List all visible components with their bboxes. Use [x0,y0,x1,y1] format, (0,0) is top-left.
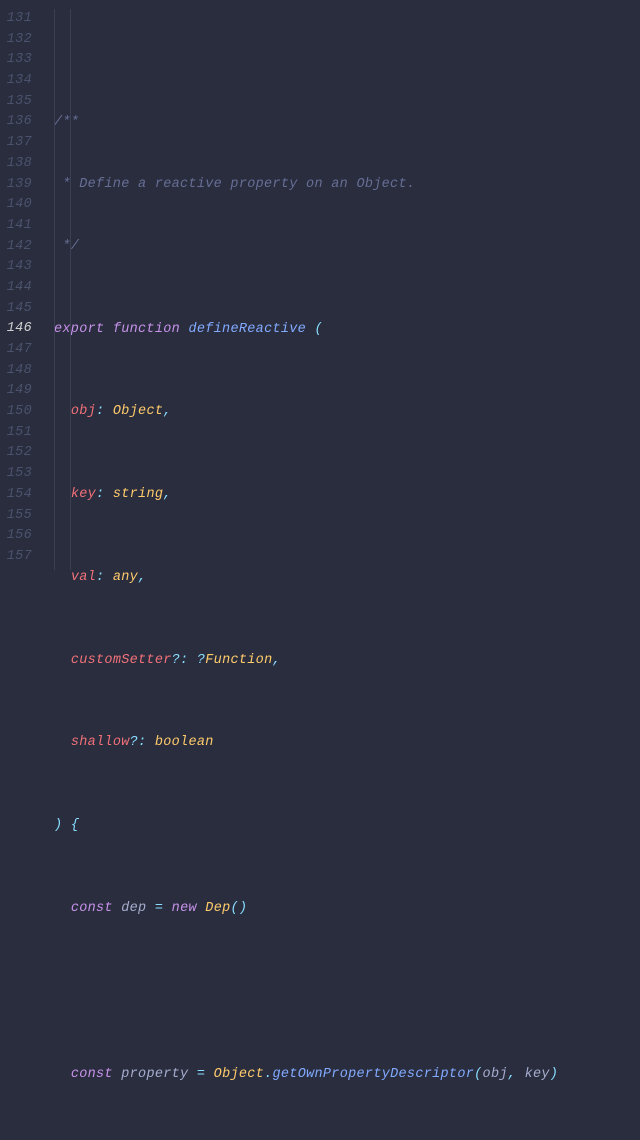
line-number: 147 [0,340,32,361]
param: val [71,570,96,585]
code-line[interactable]: const property = Object.getOwnPropertyDe… [54,1065,640,1086]
code-line[interactable]: val: any, [54,568,640,589]
line-number: 157 [0,547,32,568]
line-number: 140 [0,195,32,216]
line-number: 134 [0,71,32,92]
punct: ( [314,322,322,337]
code-line[interactable] [54,982,640,1003]
comment: /** [54,115,79,130]
line-number: 143 [0,257,32,278]
code-line[interactable]: ) { [54,816,640,837]
line-number: 131 [0,9,32,30]
param: shallow [71,735,130,750]
line-number: 139 [0,175,32,196]
type: any [113,570,138,585]
method: getOwnPropertyDescriptor [273,1067,475,1082]
line-number: 148 [0,361,32,382]
line-number: 153 [0,464,32,485]
code-line[interactable]: * Define a reactive property on an Objec… [54,175,640,196]
keyword: export [54,322,104,337]
line-number: 132 [0,30,32,51]
line-number: 146 [0,319,32,340]
line-number: 137 [0,133,32,154]
line-number-gutter: 1311321331341351361371381391401411421431… [0,0,42,570]
line-number: 155 [0,506,32,527]
indent-guide [70,9,71,570]
code-line[interactable]: key: string, [54,485,640,506]
line-number: 152 [0,443,32,464]
code-line[interactable]: export function defineReactive ( [54,320,640,341]
line-number: 149 [0,381,32,402]
line-number: 141 [0,216,32,237]
code-line[interactable]: customSetter?: ?Function, [54,651,640,672]
code-line[interactable]: shallow?: boolean [54,733,640,754]
indent-guide [54,9,55,570]
line-number: 133 [0,50,32,71]
type: Dep [205,901,230,916]
line-number: 145 [0,299,32,320]
code-line[interactable]: */ [54,237,640,258]
param: obj [71,404,96,419]
code-editor[interactable]: 1311321331341351361371381391401411421431… [0,0,640,570]
code-line[interactable]: /** [54,113,640,134]
line-number: 150 [0,402,32,423]
keyword: new [172,901,197,916]
param: key [71,487,96,502]
code-line[interactable]: const dep = new Dep() [54,899,640,920]
line-number: 138 [0,154,32,175]
line-number: 156 [0,526,32,547]
param: customSetter [71,653,172,668]
line-number: 154 [0,485,32,506]
keyword: function [113,322,180,337]
comment: * Define a reactive property on an Objec… [54,177,415,192]
line-number: 151 [0,423,32,444]
code-line[interactable]: obj: Object, [54,402,640,423]
type: Function [205,653,272,668]
code-area[interactable]: /** * Define a reactive property on an O… [42,0,640,570]
keyword: const [71,1067,113,1082]
line-number: 135 [0,92,32,113]
type: string [113,487,163,502]
line-number: 144 [0,278,32,299]
line-number: 142 [0,237,32,258]
type: Object [113,404,163,419]
comment: */ [54,239,79,254]
type: boolean [155,735,214,750]
keyword: const [71,901,113,916]
function-name: defineReactive [188,322,306,337]
line-number: 136 [0,112,32,133]
